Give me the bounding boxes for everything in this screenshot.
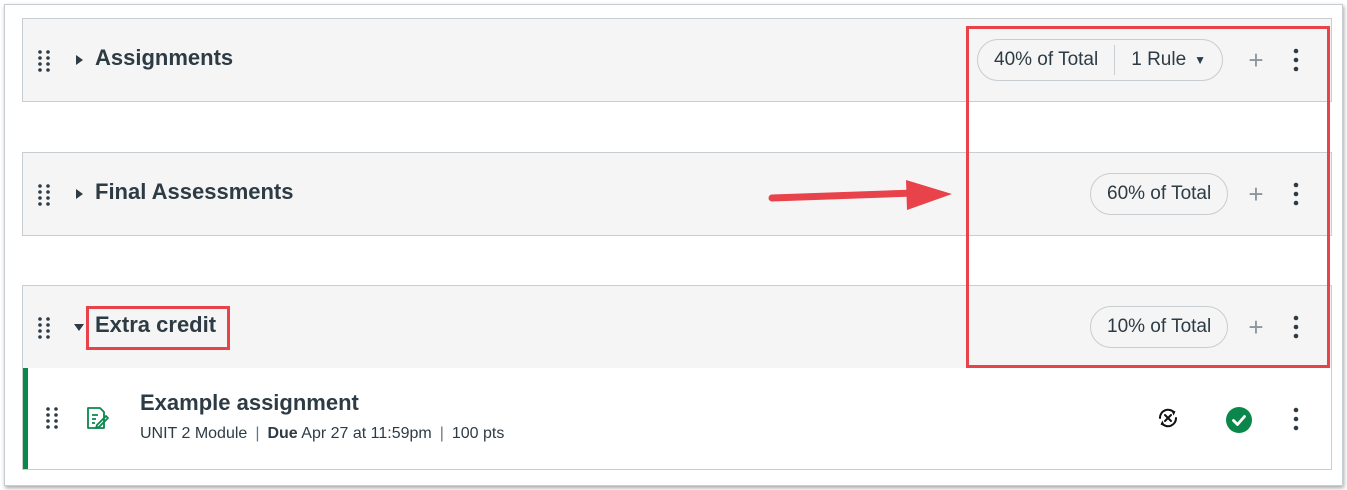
caret-right-icon[interactable] bbox=[73, 53, 85, 65]
unpublished-sync-icon[interactable] bbox=[1156, 406, 1180, 430]
published-status-bar bbox=[23, 368, 28, 469]
caret-right-icon[interactable] bbox=[73, 187, 85, 199]
assignment-title-link[interactable]: Example assignment bbox=[140, 390, 359, 416]
drag-handle-icon[interactable] bbox=[37, 49, 51, 73]
assignment-module: UNIT 2 Module bbox=[140, 425, 248, 442]
drag-handle-icon[interactable] bbox=[45, 406, 59, 430]
published-check-icon[interactable] bbox=[1226, 407, 1252, 433]
meta-separator: | bbox=[439, 425, 444, 442]
assignment-meta: UNIT 2 Module | Due Apr 27 at 11:59pm | 100 … bbox=[140, 425, 504, 443]
drag-handle-icon[interactable] bbox=[37, 316, 51, 340]
assignment-row: Example assignment UNIT 2 Module | Due Apr… bbox=[22, 368, 1332, 470]
kebab-menu-icon[interactable] bbox=[1289, 406, 1303, 432]
group-title[interactable]: Final Assessments bbox=[95, 179, 294, 205]
drag-handle-icon[interactable] bbox=[37, 183, 51, 207]
due-date: Apr 27 at 11:59pm bbox=[301, 425, 432, 442]
group-title[interactable]: Assignments bbox=[95, 45, 233, 71]
assignment-icon bbox=[83, 404, 111, 432]
meta-separator: | bbox=[255, 425, 260, 442]
due-label: Due bbox=[267, 425, 298, 442]
highlight-box-extra-credit bbox=[86, 306, 230, 350]
highlight-box-weights bbox=[966, 26, 1330, 368]
caret-down-icon[interactable] bbox=[73, 320, 85, 332]
annotation-arrow-icon bbox=[766, 176, 956, 216]
assignment-points: 100 pts bbox=[451, 425, 505, 442]
